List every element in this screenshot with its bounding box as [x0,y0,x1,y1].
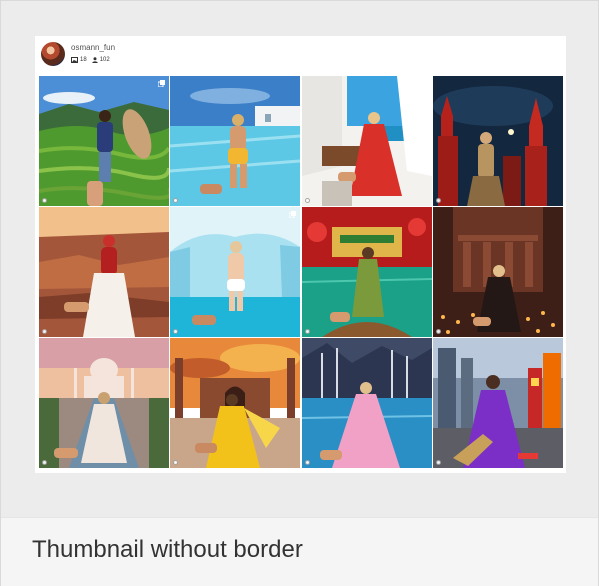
posts-count: 18 [80,57,87,63]
profile-stats: 18 102 [71,56,110,64]
photo-thumbnail[interactable] [39,338,169,468]
photo-image [432,76,563,206]
posts-stat: 18 [71,56,87,64]
photo-image [432,207,563,337]
photo-image [170,76,301,206]
photo-thumbnail[interactable] [39,207,169,337]
photo-image [170,338,301,468]
photo-thumbnail[interactable] [170,76,301,206]
media-indicator [304,198,310,203]
photo-thumbnail[interactable] [432,76,563,206]
demo-caption: Thumbnail without border [32,536,303,563]
media-indicator [435,329,441,334]
photo-image [39,76,169,206]
photo-image [170,207,301,337]
instagram-feed-card: osmann_fun 18 102 [35,36,566,473]
photo-thumbnail[interactable] [170,207,301,337]
photo-grid [39,76,563,468]
profile-header: osmann_fun 18 102 [35,36,566,75]
photo-image [301,338,432,468]
avatar[interactable] [41,42,65,66]
media-indicator [42,329,47,334]
photo-image [39,338,169,468]
media-indicator [42,460,47,465]
media-indicator [42,198,47,203]
followers-count: 102 [99,57,110,63]
gallery-icon [158,80,165,87]
media-indicator [435,198,441,203]
username-link[interactable]: osmann_fun [71,43,115,52]
photo-thumbnail[interactable] [301,338,432,468]
user-icon [91,57,98,63]
photo-thumbnail[interactable] [301,76,432,206]
image-icon [71,57,78,63]
media-indicator [304,329,310,334]
media-indicator [304,460,310,465]
photo-thumbnail[interactable] [432,338,563,468]
photo-image [432,338,563,468]
photo-thumbnail[interactable] [301,207,432,337]
media-indicator [435,460,441,465]
photo-thumbnail[interactable] [39,76,169,206]
photo-image [301,207,432,337]
photo-image [301,76,432,206]
photo-image [39,207,169,337]
photo-thumbnail[interactable] [432,207,563,337]
photo-thumbnail[interactable] [170,338,301,468]
followers-stat: 102 [91,56,110,64]
gallery-icon [289,211,297,218]
